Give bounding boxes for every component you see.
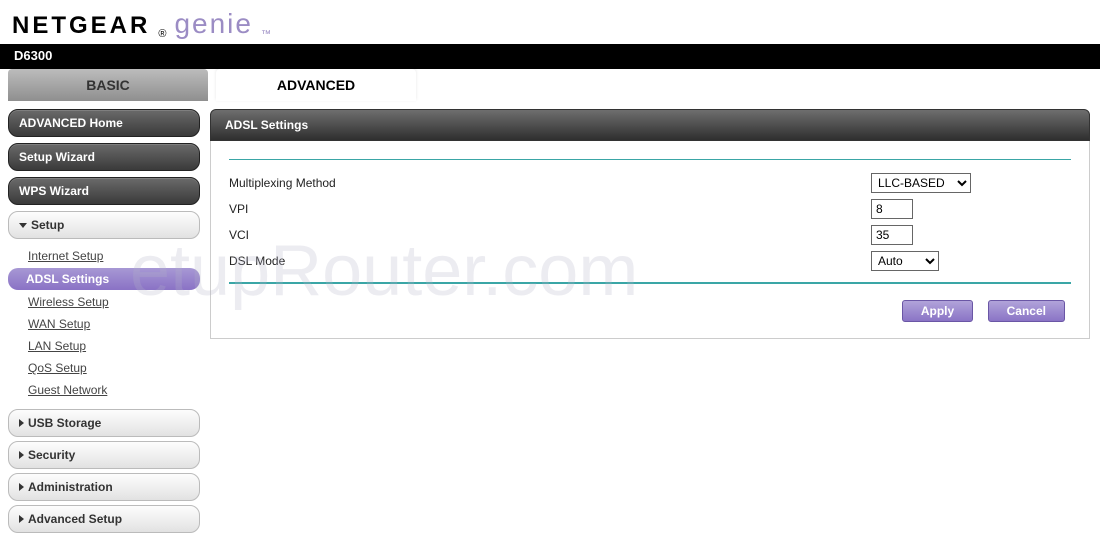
- model-label: D6300: [14, 46, 1100, 69]
- registered-mark: ®: [158, 28, 166, 40]
- sidebar-advanced-home[interactable]: ADVANCED Home: [8, 109, 200, 137]
- sidebar-advanced-setup[interactable]: Advanced Setup: [8, 505, 200, 533]
- panel-title: ADSL Settings: [210, 109, 1090, 141]
- cancel-button[interactable]: Cancel: [988, 300, 1065, 322]
- panel-body: Multiplexing Method LLC-BASED VPI VCI: [210, 141, 1090, 339]
- select-multiplexing[interactable]: LLC-BASED: [871, 173, 971, 193]
- row-vci: VCI: [229, 222, 1071, 248]
- trademark: ™: [261, 29, 271, 40]
- tab-basic[interactable]: BASIC: [8, 69, 208, 101]
- model-bar: D6300: [0, 44, 1100, 69]
- header: NETGEAR ® genie ™: [0, 0, 1100, 44]
- sidebar-setup[interactable]: Setup: [8, 211, 200, 239]
- sidebar-usb-storage-label: USB Storage: [28, 416, 101, 430]
- sidebar-security[interactable]: Security: [8, 441, 200, 469]
- input-vci[interactable]: [871, 225, 913, 245]
- chevron-right-icon: [19, 515, 24, 523]
- sidebar-administration[interactable]: Administration: [8, 473, 200, 501]
- sidebar-item-lan-setup[interactable]: LAN Setup: [8, 335, 200, 357]
- sidebar-item-internet-setup[interactable]: Internet Setup: [8, 245, 200, 267]
- label-dsl-mode: DSL Mode: [229, 254, 871, 268]
- sidebar-advanced-setup-label: Advanced Setup: [28, 512, 122, 526]
- content: ADSL Settings Multiplexing Method LLC-BA…: [208, 101, 1100, 545]
- setup-submenu: Internet Setup ADSL Settings Wireless Se…: [8, 243, 200, 409]
- apply-button[interactable]: Apply: [902, 300, 973, 322]
- sidebar-item-guest-network[interactable]: Guest Network: [8, 379, 200, 401]
- sidebar-item-wireless-setup[interactable]: Wireless Setup: [8, 291, 200, 313]
- sidebar: ADVANCED Home Setup Wizard WPS Wizard Se…: [0, 101, 208, 545]
- label-vpi: VPI: [229, 202, 871, 216]
- input-vpi[interactable]: [871, 199, 913, 219]
- sidebar-wps-wizard[interactable]: WPS Wizard: [8, 177, 200, 205]
- sidebar-item-qos-setup[interactable]: QoS Setup: [8, 357, 200, 379]
- divider: [229, 159, 1071, 160]
- chevron-right-icon: [19, 451, 24, 459]
- sidebar-item-wan-setup[interactable]: WAN Setup: [8, 313, 200, 335]
- select-dsl-mode[interactable]: Auto: [871, 251, 939, 271]
- sidebar-setup-label: Setup: [31, 218, 64, 232]
- chevron-right-icon: [19, 483, 24, 491]
- sidebar-setup-wizard[interactable]: Setup Wizard: [8, 143, 200, 171]
- top-tabs: BASIC ADVANCED: [0, 69, 1100, 101]
- chevron-down-icon: [19, 223, 27, 228]
- row-dsl-mode: DSL Mode Auto: [229, 248, 1071, 274]
- label-vci: VCI: [229, 228, 871, 242]
- row-vpi: VPI: [229, 196, 1071, 222]
- button-row: Apply Cancel: [229, 284, 1071, 328]
- sidebar-administration-label: Administration: [28, 480, 113, 494]
- chevron-right-icon: [19, 419, 24, 427]
- logo: NETGEAR ® genie ™: [12, 8, 1088, 40]
- sidebar-security-label: Security: [28, 448, 75, 462]
- label-multiplexing: Multiplexing Method: [229, 176, 871, 190]
- sidebar-usb-storage[interactable]: USB Storage: [8, 409, 200, 437]
- row-multiplexing: Multiplexing Method LLC-BASED: [229, 170, 1071, 196]
- sidebar-item-adsl-settings[interactable]: ADSL Settings: [8, 268, 200, 290]
- brand-name: NETGEAR: [12, 12, 150, 40]
- tab-advanced[interactable]: ADVANCED: [216, 69, 416, 101]
- subbrand: genie: [174, 8, 253, 40]
